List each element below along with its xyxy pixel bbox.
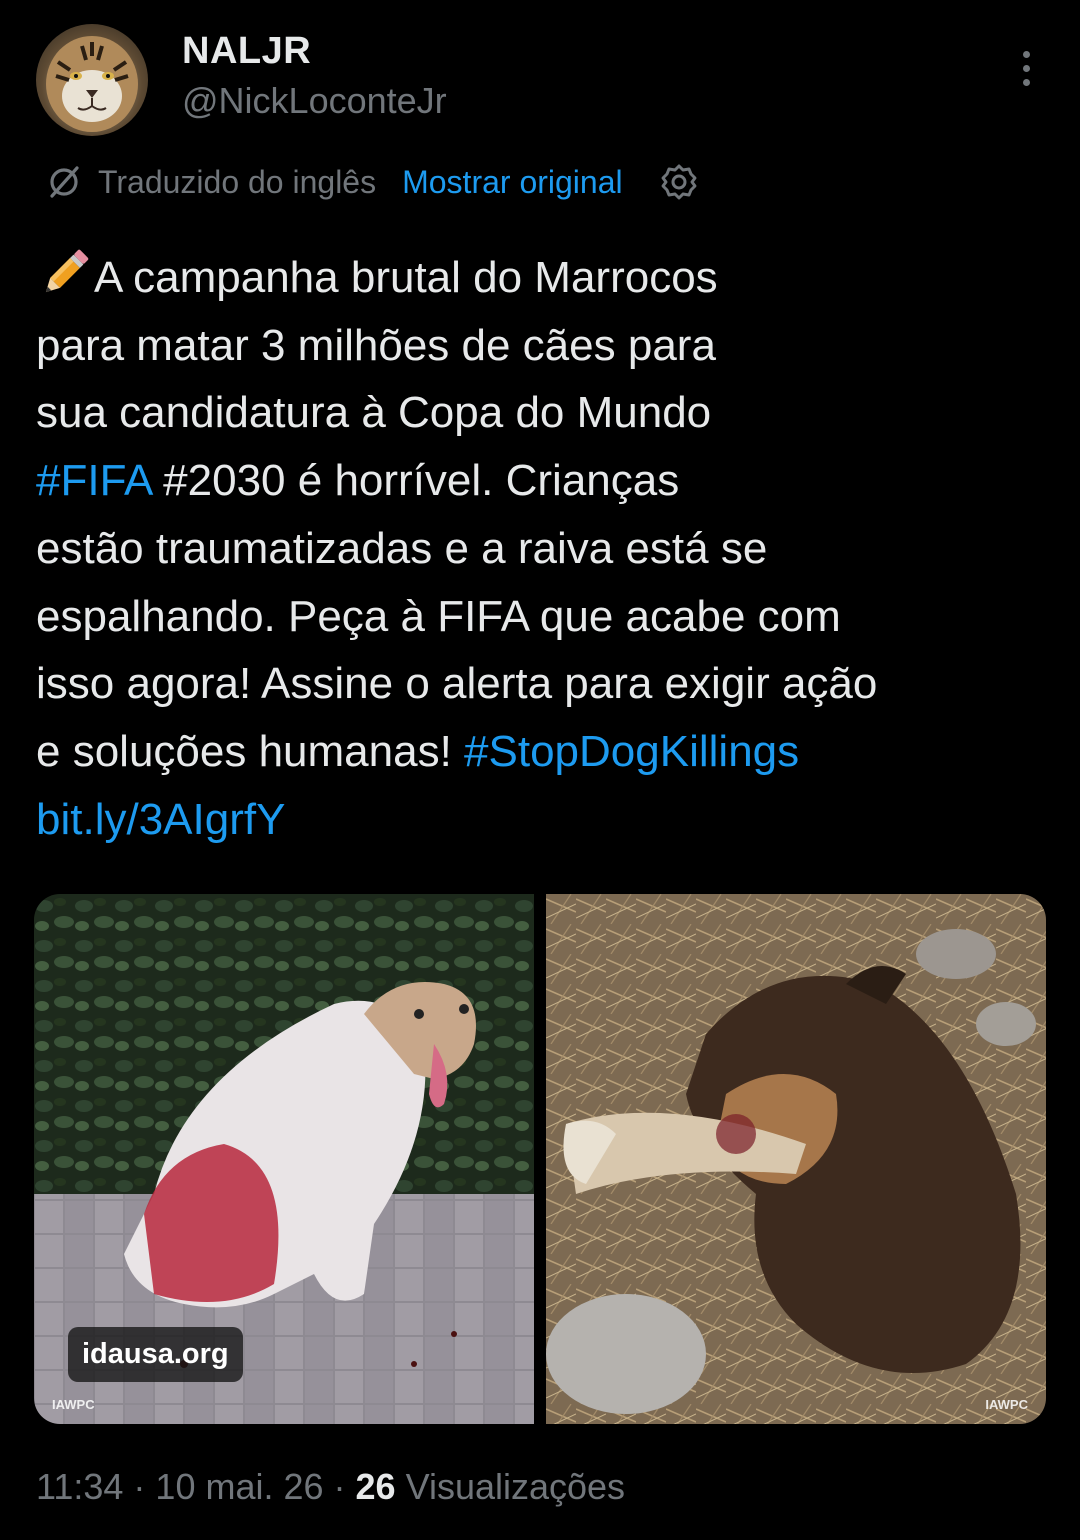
watermark-label: IAWPC [52, 1397, 95, 1412]
tweet-time[interactable]: 11:34 [36, 1466, 123, 1507]
hashtag-stopdogkillings-link[interactable]: #StopDogKillings [464, 727, 799, 776]
gear-icon[interactable] [659, 162, 699, 202]
translated-label: Traduzido do inglês [98, 163, 377, 200]
author-name[interactable]: NALJR [182, 30, 311, 73]
more-options-button[interactable] [1006, 44, 1046, 92]
watermark-label: IAWPC [985, 1397, 1028, 1412]
more-dots-icon [1022, 50, 1030, 58]
tweet-text: A campanha brutal do Marrocos para matar… [36, 244, 1046, 853]
author-handle[interactable]: @NickLoconteJr [182, 80, 447, 122]
translation-bar: Traduzido do inglês Mostrar original [46, 156, 699, 208]
photo-2[interactable]: IAWPC [546, 894, 1046, 1424]
dog-photo-image [546, 894, 1046, 1424]
show-original-link[interactable]: Mostrar original [402, 164, 623, 201]
tweet-header: NALJR @NickLoconteJr [36, 24, 1046, 136]
source-badge[interactable]: idausa.org [68, 1327, 243, 1382]
photo-1[interactable]: idausa.org IAWPC [34, 894, 534, 1424]
url-link[interactable]: bit.ly/3AIgrfY [36, 795, 285, 844]
tiger-avatar[interactable] [36, 24, 148, 136]
tweet-date[interactable]: 10 mai. 26 [155, 1466, 323, 1507]
tweet-text-segment: A campanha brutal do Marrocos para matar… [36, 253, 718, 438]
pencil-icon [45, 249, 89, 293]
views-count[interactable]: 26 [356, 1466, 396, 1507]
hashtag-fifa-link[interactable]: #FIFA [36, 456, 151, 505]
translate-icon [50, 166, 79, 198]
tweet-meta: 11:34 · 10 mai. 26 · 26 Visualizações [36, 1466, 626, 1507]
media-grid: idausa.org IAWPC IAWPC [34, 894, 1046, 1424]
views-label: Visualizações [395, 1466, 626, 1507]
